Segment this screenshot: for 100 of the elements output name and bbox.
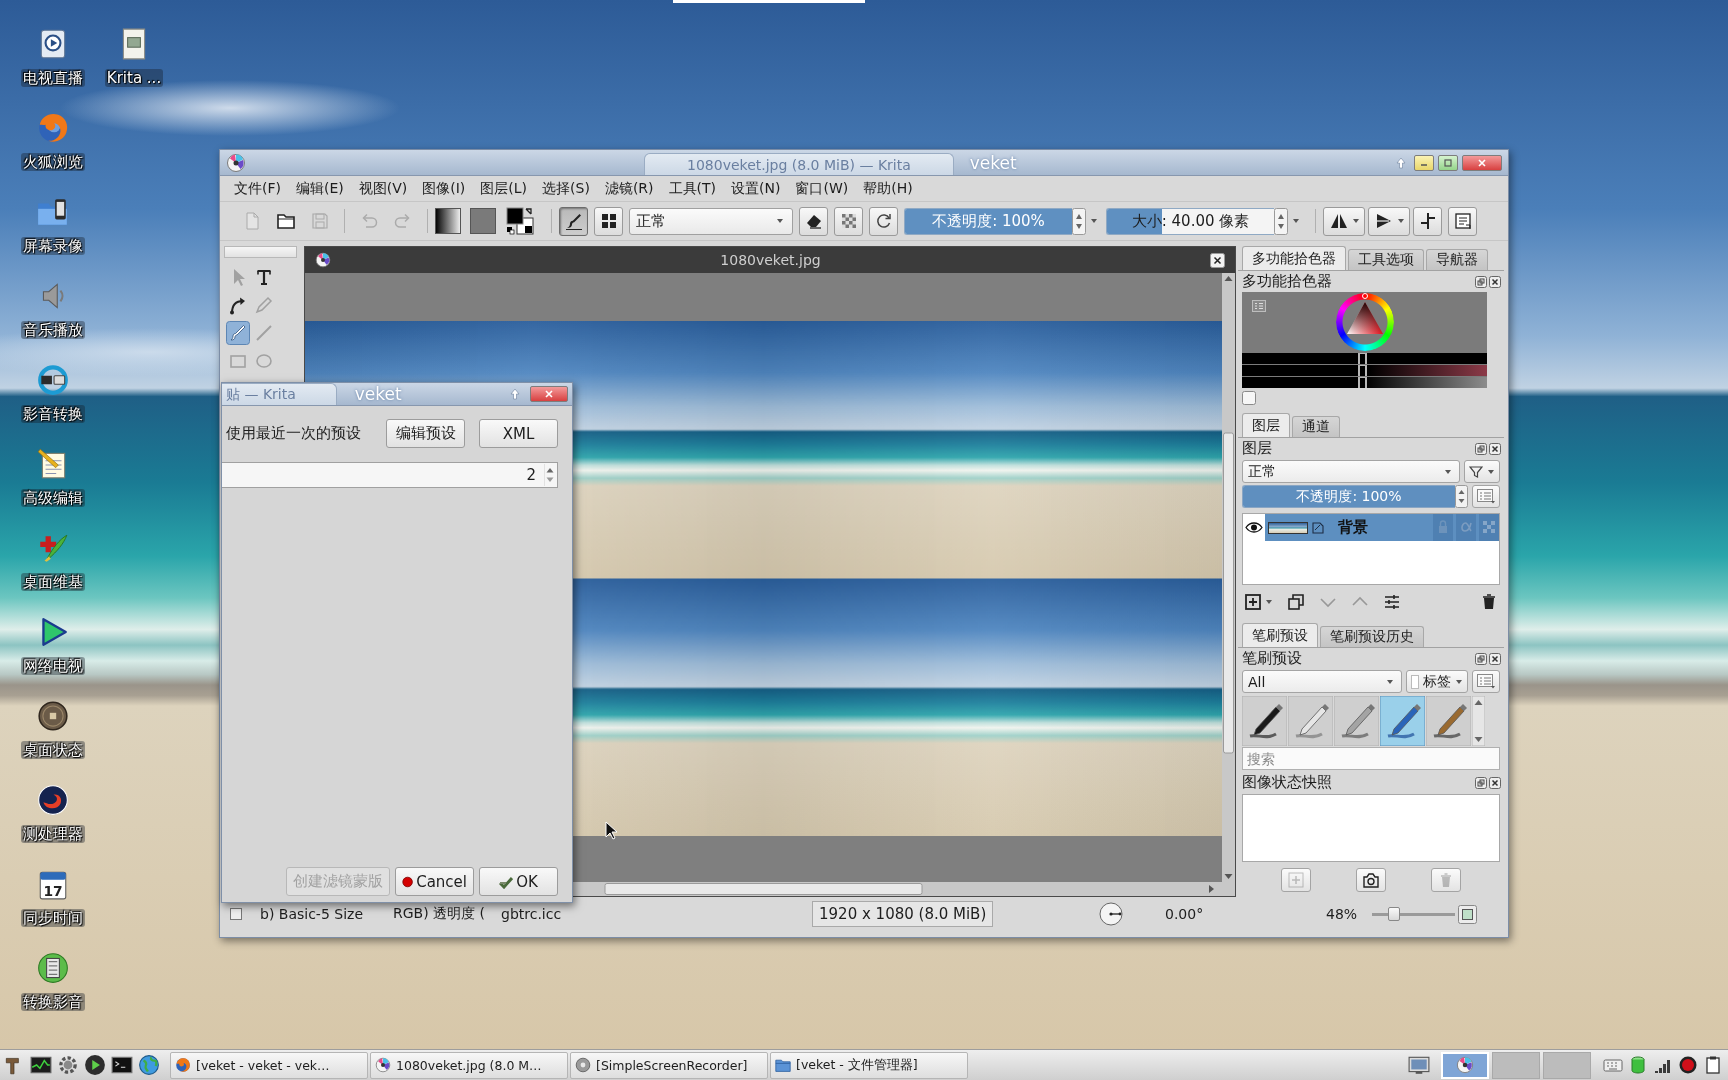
- color-slider[interactable]: [1242, 377, 1487, 388]
- menu-item[interactable]: 选择(S): [536, 177, 596, 200]
- snapshot-button[interactable]: [1356, 868, 1386, 892]
- dialog-button[interactable]: 编辑预设: [386, 419, 465, 448]
- rotation-dial-icon[interactable]: [1099, 902, 1123, 926]
- menu-item[interactable]: 工具(T): [662, 177, 723, 200]
- eye-icon[interactable]: [1243, 514, 1265, 541]
- paintbrush-icon[interactable]: [226, 320, 250, 345]
- spin-arrows-icon[interactable]: [1455, 485, 1468, 508]
- pen-stroke-icon[interactable]: [1242, 696, 1287, 746]
- close-icon[interactable]: [1489, 776, 1501, 789]
- menu-item[interactable]: 设置(N): [725, 177, 787, 200]
- float-icon[interactable]: [1475, 442, 1487, 455]
- preset-menu-button[interactable]: [1472, 670, 1500, 693]
- shortcut-label[interactable]: 电视直播: [21, 69, 85, 87]
- shortcut-label[interactable]: 屏幕录像: [21, 237, 85, 255]
- slider-thumb[interactable]: [1357, 365, 1367, 376]
- panel-tab[interactable]: 图层: [1242, 413, 1290, 437]
- workspace-cell[interactable]: [1543, 1051, 1591, 1079]
- taskbar-task[interactable]: [veket - veket - vek…: [170, 1051, 368, 1079]
- taskbar-task[interactable]: 1080veket.jpg (8.0 M…: [370, 1051, 568, 1079]
- add-layer-icon[interactable]: [1244, 593, 1262, 611]
- database-icon[interactable]: [1628, 1055, 1648, 1075]
- menu-item[interactable]: 编辑(E): [290, 177, 350, 200]
- sliders-icon[interactable]: [1383, 593, 1401, 611]
- spin-arrows-icon[interactable]: [544, 464, 556, 486]
- slider-thumb[interactable]: [1357, 353, 1367, 364]
- close-icon[interactable]: [1489, 442, 1501, 455]
- trash-icon[interactable]: [1480, 593, 1498, 611]
- layer-options-button[interactable]: [1472, 485, 1500, 508]
- panel-tab[interactable]: 工具选项: [1348, 249, 1424, 270]
- close-icon[interactable]: [1489, 652, 1501, 665]
- duplicate-icon[interactable]: [1287, 593, 1305, 611]
- blend-mode-dropdown[interactable]: 正常: [1242, 460, 1460, 483]
- spin-box[interactable]: 2: [222, 462, 558, 488]
- shortcut-label[interactable]: 桌面维基: [21, 573, 85, 591]
- panel-tab[interactable]: 笔刷预设: [1242, 623, 1318, 647]
- palette-logo-icon[interactable]: [315, 252, 331, 268]
- menu-item[interactable]: 视图(V): [352, 177, 414, 200]
- swirl-icon[interactable]: [36, 783, 70, 817]
- globe-icon[interactable]: [138, 1054, 160, 1076]
- taskbar-task[interactable]: [SimpleScreenRecorder]: [570, 1051, 768, 1079]
- blend-mode-dropdown[interactable]: 正常: [629, 207, 793, 235]
- dialog-button[interactable]: Cancel: [395, 867, 474, 896]
- coin-icon[interactable]: [36, 699, 70, 733]
- color-swatches-icon[interactable]: [505, 206, 535, 236]
- settings-list-icon[interactable]: [1252, 300, 1266, 312]
- flip-button[interactable]: [1368, 206, 1410, 236]
- workspace-button[interactable]: [1448, 206, 1477, 236]
- mirror-button[interactable]: [1323, 206, 1365, 236]
- shortcut-label[interactable]: 音乐播放: [21, 321, 85, 339]
- taskbar-task[interactable]: [veket - 文件管理器]: [770, 1051, 968, 1079]
- close-button[interactable]: [530, 386, 568, 402]
- spin-arrows-icon[interactable]: [1274, 207, 1288, 235]
- panel-tab[interactable]: 笔刷预设历史: [1320, 626, 1424, 647]
- menu-item[interactable]: 文件(F): [228, 177, 287, 200]
- palette-logo-icon[interactable]: [226, 152, 246, 173]
- film-badge-icon[interactable]: [36, 951, 70, 985]
- activity-monitor-icon[interactable]: [30, 1054, 52, 1076]
- panel-tab[interactable]: 导航器: [1426, 249, 1488, 270]
- folder-icon[interactable]: [276, 211, 296, 231]
- up-arrow-icon[interactable]: [510, 388, 520, 400]
- menu-item[interactable]: 窗口(W): [789, 177, 855, 200]
- float-icon[interactable]: [1475, 776, 1487, 789]
- shortcut-label[interactable]: Krita ...: [104, 69, 164, 87]
- close-icon[interactable]: [1489, 275, 1501, 288]
- minimize-button[interactable]: [1414, 154, 1434, 171]
- clipboard-icon[interactable]: [1703, 1055, 1723, 1075]
- alpha-lock-button[interactable]: [834, 206, 863, 236]
- menu-item[interactable]: 图像(I): [416, 177, 472, 200]
- brush-editor-button[interactable]: [559, 206, 588, 236]
- checker-icon[interactable]: [1479, 514, 1499, 541]
- maximize-button[interactable]: [1438, 154, 1458, 171]
- menu-item[interactable]: 滤镜(R): [598, 177, 660, 200]
- film-ring-icon[interactable]: [36, 363, 70, 397]
- play-icon[interactable]: [84, 1054, 106, 1076]
- shortcut-label[interactable]: 影音转换: [21, 405, 85, 423]
- checkbox[interactable]: [1242, 391, 1256, 405]
- pattern-swatch-icon[interactable]: [470, 208, 496, 234]
- spin-arrows-icon[interactable]: [1072, 207, 1086, 235]
- shortcut-label[interactable]: 高级编辑: [21, 489, 85, 507]
- size-slider[interactable]: 大小: 40.00 像素: [1106, 207, 1274, 235]
- vertical-scrollbar[interactable]: [1472, 696, 1485, 746]
- color-slider[interactable]: [1242, 365, 1487, 376]
- color-slider[interactable]: [1242, 353, 1487, 364]
- close-icon[interactable]: [1210, 252, 1225, 268]
- gear-icon[interactable]: [57, 1054, 79, 1076]
- shortcut-label[interactable]: 火狐浏览: [21, 153, 85, 171]
- up-arrow-icon[interactable]: [1396, 156, 1406, 169]
- dialog-button[interactable]: OK: [479, 867, 558, 896]
- panel-tab[interactable]: 通道: [1292, 416, 1340, 437]
- preset-filter-dropdown[interactable]: All: [1242, 670, 1402, 693]
- menu-item[interactable]: 帮助(H): [857, 177, 919, 200]
- float-icon[interactable]: [1475, 275, 1487, 288]
- panel-tab[interactable]: 多功能拾色器: [1242, 246, 1346, 270]
- screenshot-icon[interactable]: [1407, 1054, 1431, 1076]
- filter-button[interactable]: [1464, 460, 1500, 483]
- presets-button[interactable]: [594, 206, 623, 236]
- reload-button[interactable]: [869, 206, 898, 236]
- dialog-button[interactable]: XML: [479, 419, 558, 448]
